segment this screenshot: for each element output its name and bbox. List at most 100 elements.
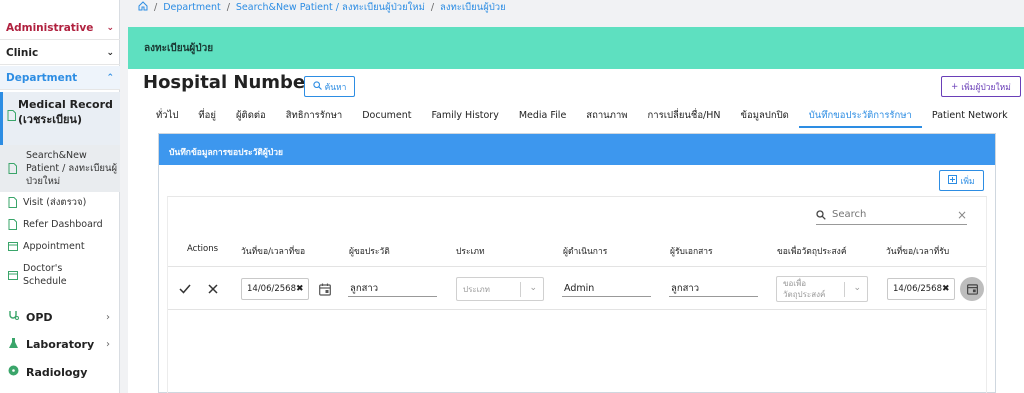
request-date-field[interactable]: 14/06/2568 ✖ [241, 278, 309, 300]
radiation-icon [8, 365, 19, 379]
chevron-right-icon: › [106, 338, 110, 350]
column-header: Actions [187, 244, 219, 254]
sidebar: Administrative ⌄ Clinic ⌄ Department ⌃ M… [0, 0, 120, 393]
header-band: ลงทะเบียนผู้ป่วย [128, 27, 1024, 69]
sidebar-section-label: Clinic [6, 46, 39, 59]
receiver-field[interactable]: ลูกสาว [669, 281, 758, 297]
purpose-select-placeholder: ขอเพื่อวัตถุประสงค์ [783, 279, 826, 299]
requester-field[interactable]: ลูกสาว [348, 281, 437, 297]
tab-bar: ทั่วไป ที่อยู่ ผู้ติดต่อ สิทธิการรักษา Docum… [146, 104, 1018, 128]
sidebar-section-administrative[interactable]: Administrative ⌄ [0, 16, 120, 40]
purpose-select[interactable]: ขอเพื่อวัตถุประสงค์ ⌄ [776, 276, 868, 302]
close-icon[interactable] [208, 282, 218, 298]
sidebar-section-label: Department [6, 71, 78, 84]
clear-icon[interactable]: ✖ [296, 284, 304, 294]
clear-icon[interactable]: ✖ [942, 284, 950, 294]
search-icon [312, 80, 322, 93]
sidebar-item-label: OPD [26, 310, 53, 324]
calendar-icon [8, 241, 18, 251]
sidebar-section-label: Administrative [6, 21, 94, 34]
tab-item[interactable]: ที่อยู่ [188, 104, 226, 128]
column-header: ประเภท [456, 247, 485, 257]
operator-field[interactable]: Admin [562, 281, 651, 297]
sidebar-item-label: Appointment [23, 240, 85, 252]
breadcrumb: / Department / Search&New Patient / ลงทะ… [138, 0, 506, 15]
breadcrumb-current: ลงทะเบียนผู้ป่วย [440, 2, 506, 13]
card-header: บันทึกข้อมูลการขอประวัติผู้ป่วย [159, 134, 995, 165]
sidebar-item-search-new-patient[interactable]: Search&New Patient / ลงทะเบียนผู้ป่วยใหม… [0, 145, 120, 192]
sidebar-item-radiology[interactable]: Radiology [0, 362, 120, 382]
calendar-icon[interactable] [319, 281, 331, 300]
sidebar-item-label: Refer Dashboard [23, 218, 103, 230]
sidebar-item-label: Medical Record (เวชระเบียน) [18, 98, 113, 126]
request-date-value: 14/06/2568 [247, 284, 296, 294]
plus-square-icon [948, 174, 958, 187]
add-patient-button[interactable]: + เพิ่มผู้ป่วยใหม่ [941, 76, 1021, 97]
tab-item[interactable]: Document [352, 104, 421, 128]
calendar-icon [966, 280, 978, 299]
sidebar-item-visit[interactable]: Visit (ส่งตรวจ) [0, 195, 120, 209]
document-icon [8, 218, 18, 230]
column-header: ขอเพื่อวัตถุประสงค์ [777, 247, 847, 257]
search-button[interactable]: ค้นหา [304, 76, 355, 97]
band-title: ลงทะเบียนผู้ป่วย [144, 43, 214, 54]
page-title: Hospital Number [143, 72, 314, 93]
tab-item[interactable]: บันทึกขอประวัติการรักษา [798, 104, 922, 128]
calendar-icon [8, 270, 18, 280]
sidebar-section-clinic[interactable]: Clinic ⌄ [0, 41, 120, 65]
sidebar-item-label: Laboratory [26, 337, 95, 351]
search-button-label: ค้นหา [324, 82, 347, 93]
tab-item[interactable]: ทั่วไป [146, 104, 188, 128]
tab-item[interactable]: ผู้ติดต่อ [226, 104, 276, 128]
card-title: บันทึกข้อมูลการขอประวัติผู้ป่วย [169, 148, 284, 158]
sidebar-item-label: Radiology [26, 365, 88, 379]
breadcrumb-department[interactable]: Department [163, 2, 221, 13]
type-select[interactable]: ประเภท ⌄ [456, 277, 544, 301]
sidebar-section-department[interactable]: Department ⌃ [0, 66, 120, 90]
add-record-label: เพิ่ม [960, 176, 975, 187]
stethoscope-icon [8, 310, 19, 324]
sidebar-item-label: Doctor's Schedule [23, 263, 67, 287]
plus-icon: + [951, 81, 959, 92]
flask-icon [8, 337, 19, 352]
column-header: ผู้รับเอกสาร [670, 247, 713, 257]
type-select-placeholder: ประเภท [463, 284, 490, 294]
document-icon [8, 163, 18, 174]
tab-item[interactable]: Patient Network [922, 104, 1018, 128]
home-icon[interactable] [138, 1, 148, 14]
document-icon [8, 196, 18, 208]
sidebar-item-opd[interactable]: OPD › [0, 307, 120, 327]
tab-item[interactable]: สถานภาพ [576, 104, 637, 128]
breadcrumb-search-new[interactable]: Search&New Patient / ลงทะเบียนผู้ป่วยใหม… [236, 0, 425, 15]
sidebar-item-refer-dashboard[interactable]: Refer Dashboard [0, 217, 120, 231]
chevron-right-icon: › [106, 311, 110, 323]
sidebar-item-doctor-schedule[interactable]: Doctor's Schedule [0, 262, 120, 288]
column-header: วันที่ขอ/เวลาที่ขอ [241, 247, 306, 257]
tab-item[interactable]: Media File [509, 104, 576, 128]
column-header: ผู้ขอประวัติ [349, 247, 390, 257]
sidebar-item-laboratory[interactable]: Laboratory › [0, 334, 120, 354]
calendar-button[interactable] [960, 277, 984, 301]
tab-item[interactable]: สิทธิการรักษา [276, 104, 353, 128]
chevron-down-icon: ⌄ [106, 47, 114, 58]
receive-date-value: 14/06/2568 [893, 284, 942, 294]
sidebar-item-appointment[interactable]: Appointment [0, 239, 120, 253]
search-icon [816, 205, 826, 224]
clear-icon[interactable]: × [957, 208, 967, 222]
receive-date-field[interactable]: 14/06/2568 ✖ [887, 278, 955, 300]
chevron-down-icon: ⌄ [853, 283, 861, 293]
tab-item[interactable]: การเปลี่ยนชื่อ/HN [638, 104, 731, 128]
tab-item[interactable]: Family History [421, 104, 508, 128]
sidebar-item-label: Search&New Patient / ลงทะเบียนผู้ป่วยใหม… [26, 150, 118, 187]
add-patient-label: เพิ่มผู้ป่วยใหม่ [961, 82, 1011, 93]
add-record-button[interactable]: เพิ่ม [939, 170, 984, 191]
column-header: ผู้ดำเนินการ [563, 247, 608, 257]
search-input[interactable] [832, 209, 942, 220]
document-icon [7, 106, 16, 125]
check-icon[interactable] [179, 282, 191, 298]
tab-item[interactable]: ข้อมูลปกปิด [731, 104, 799, 128]
table-search: × [816, 205, 967, 225]
sidebar-item-medical-record[interactable]: Medical Record (เวชระเบียน) [0, 92, 120, 147]
chevron-down-icon: ⌄ [529, 283, 537, 293]
divider [168, 309, 986, 310]
